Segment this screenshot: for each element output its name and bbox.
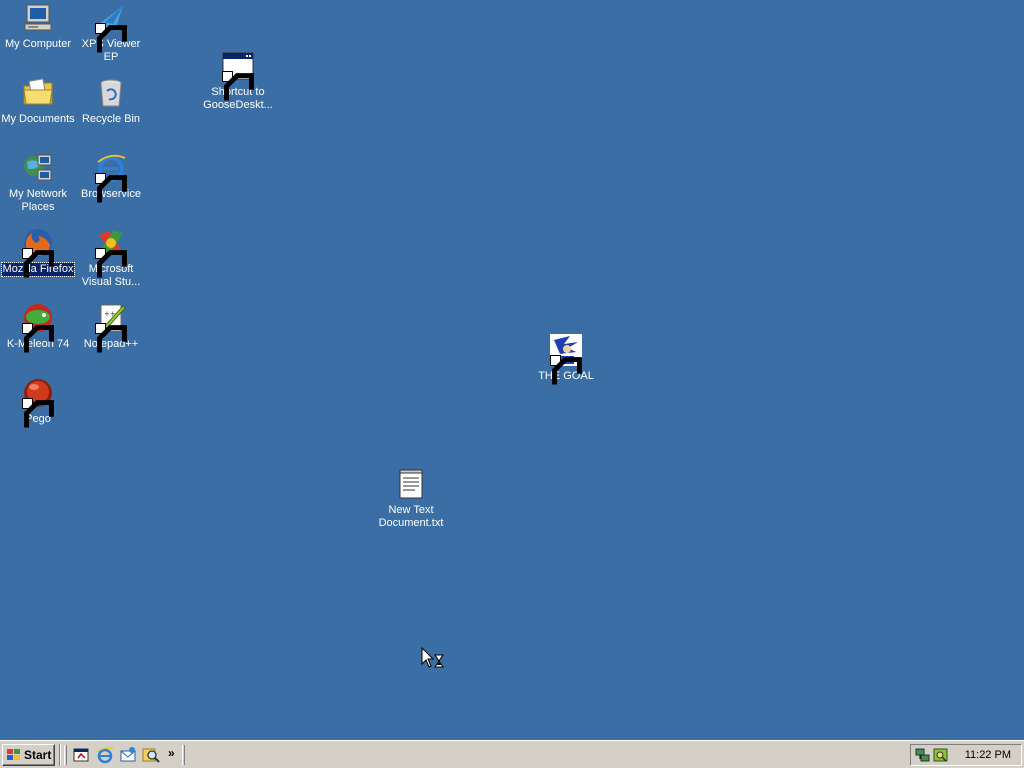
desktop-icon-network-places[interactable]: My Network Places <box>0 152 76 214</box>
desktop-icon-my-computer[interactable]: My Computer <box>0 2 76 51</box>
show-desktop-icon[interactable] <box>72 746 90 764</box>
clock[interactable]: 11:22 PM <box>965 749 1011 761</box>
shortcut-arrow-icon <box>95 23 127 53</box>
security-icon[interactable] <box>933 747 949 763</box>
busy-cursor-icon <box>421 646 445 669</box>
pego-icon <box>22 377 54 428</box>
toolbar-grip[interactable] <box>182 745 185 765</box>
outlook-express-icon[interactable] <box>119 746 137 764</box>
svg-text:++: ++ <box>104 310 116 318</box>
start-label: Start <box>24 748 52 762</box>
shortcut-arrow-icon <box>22 323 54 353</box>
icon-label: My Network Places <box>8 188 68 213</box>
shortcut-arrow-icon <box>222 71 254 101</box>
desktop-icon-firefox[interactable]: Mozilla Firefox <box>0 227 76 278</box>
desktop-icon-goose-shortcut[interactable]: Shortcut to GooseDeskt... <box>200 50 276 112</box>
icon-label: New Text Document.txt <box>378 504 444 529</box>
toolbar-grip[interactable] <box>64 745 67 765</box>
desktop-icon-recycle-bin[interactable]: Recycle Bin <box>73 77 149 126</box>
start-button[interactable]: Start <box>2 744 55 766</box>
shortcut-arrow-icon <box>22 398 54 428</box>
desktop-icon-xps-viewer[interactable]: XPS Viewer EP <box>73 2 149 64</box>
text-document-icon <box>395 468 427 500</box>
icon-label: My Documents <box>1 113 75 125</box>
firefox-icon <box>22 227 54 278</box>
desktop-icon-browservice[interactable]: Browservice <box>73 152 149 203</box>
window-app-icon <box>222 50 254 101</box>
shortcut-arrow-icon <box>95 173 127 203</box>
desktop-icon-notepadpp[interactable]: ++ Notepad++ <box>73 302 149 353</box>
system-tray: 11:22 PM <box>910 744 1022 766</box>
taskbar-separator <box>59 744 61 766</box>
folder-icon <box>22 77 54 109</box>
network-places-icon <box>22 152 54 184</box>
desktop-icon-the-goal[interactable]: THE GOAL <box>528 334 604 385</box>
desktop-icon-kmeleon[interactable]: K-Meleon 74 <box>0 302 76 353</box>
desktop-icon-pego[interactable]: Pego <box>0 377 76 428</box>
kmeleon-icon <box>22 302 54 353</box>
internet-explorer-icon <box>95 152 127 203</box>
internet-explorer-icon[interactable] <box>96 746 114 764</box>
search-icon[interactable] <box>142 746 160 764</box>
desktop[interactable]: My Computer My Documents My Network Plac… <box>0 0 1024 740</box>
desktop-icon-my-documents[interactable]: My Documents <box>0 77 76 126</box>
shortcut-arrow-icon <box>95 248 127 278</box>
taskbar: Start » 11:22 PM <box>0 740 1024 768</box>
computer-icon <box>22 2 54 34</box>
network-icon[interactable] <box>915 747 931 763</box>
desktop-icon-new-text-document[interactable]: New Text Document.txt <box>373 468 449 530</box>
windows-logo-icon <box>7 749 20 760</box>
recycle-bin-icon <box>95 77 127 109</box>
desktop-icon-visual-studio[interactable]: Microsoft Visual Stu... <box>73 227 149 289</box>
shortcut-arrow-icon <box>22 248 54 278</box>
sonic-icon <box>550 334 582 385</box>
visual-studio-icon <box>95 227 127 278</box>
icon-label: My Computer <box>4 38 72 50</box>
notepadpp-icon: ++ <box>95 302 127 353</box>
shortcut-arrow-icon <box>550 355 582 385</box>
icon-label: Recycle Bin <box>81 113 141 125</box>
quick-launch-more-button[interactable]: » <box>168 746 175 760</box>
shortcut-arrow-icon <box>95 323 127 353</box>
xps-viewer-icon <box>95 2 127 53</box>
